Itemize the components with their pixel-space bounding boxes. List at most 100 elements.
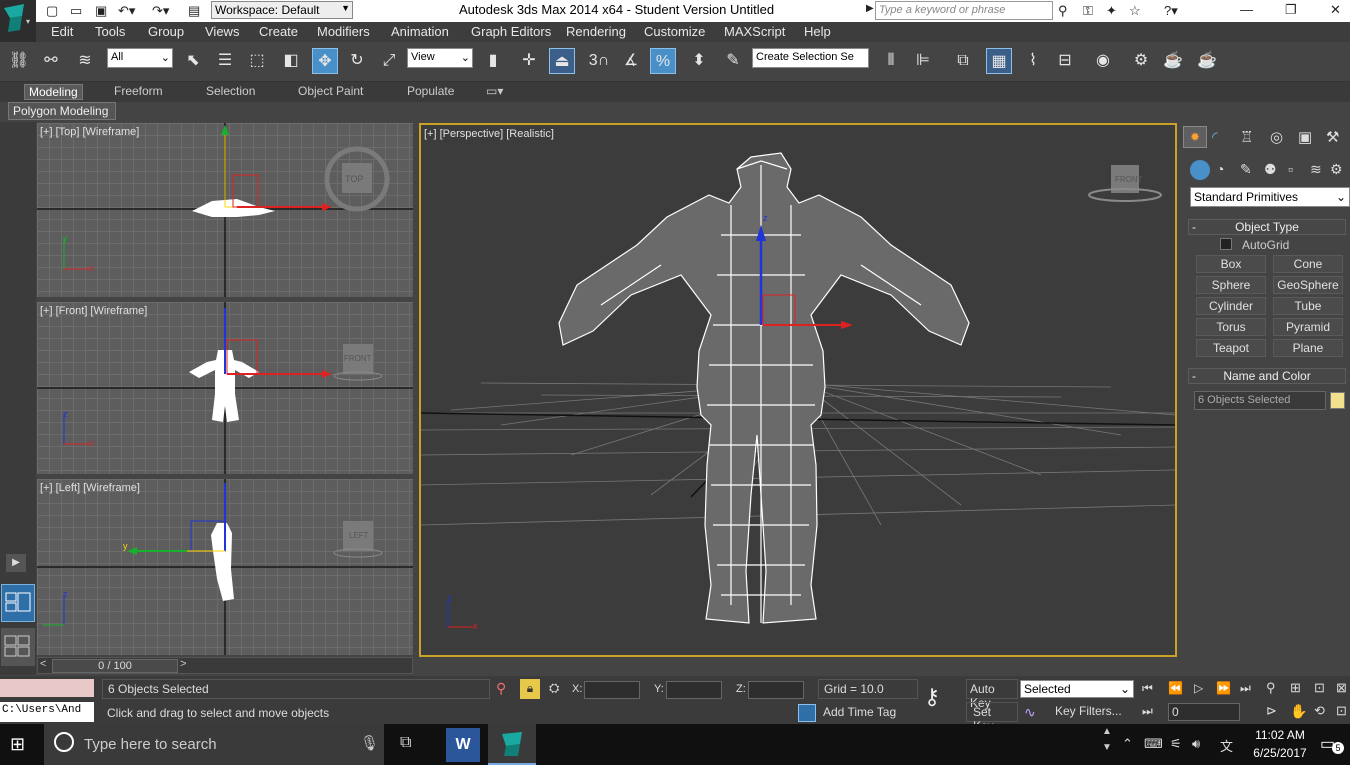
open-file-icon[interactable]: ▭ — [70, 3, 82, 19]
rectangular-selection-icon[interactable]: ⬚ — [244, 48, 270, 74]
menu-help[interactable]: Help — [804, 24, 831, 39]
object-name-field[interactable]: 6 Objects Selected — [1194, 391, 1326, 410]
goto-end-icon[interactable]: ⏭ — [1240, 681, 1251, 696]
time-tag-icon[interactable] — [798, 704, 816, 722]
schematic-view-icon[interactable]: ⊟ — [1052, 48, 1078, 74]
microphone-icon[interactable]: 🎙︎ — [360, 734, 379, 752]
named-selection-sets-dropdown[interactable]: Create Selection Se — [752, 48, 869, 68]
tube-button[interactable]: Tube — [1273, 297, 1343, 315]
z-coord-input[interactable] — [748, 681, 804, 699]
display-tab-icon[interactable]: ▣ — [1298, 128, 1312, 146]
pan-hand-icon[interactable]: ✋ — [1290, 703, 1307, 720]
default-tangent-icon[interactable]: ∿ — [1024, 704, 1036, 721]
save-icon[interactable]: ▣ — [95, 3, 107, 19]
edit-named-selection-icon[interactable]: ✎ — [720, 48, 746, 74]
ribbon-options-icon[interactable]: ▭▾ — [486, 84, 503, 98]
box-button[interactable]: Box — [1196, 255, 1266, 273]
volume-icon[interactable]: 🔊︎ — [1192, 736, 1200, 752]
layer-manager-icon[interactable]: ⧉ — [950, 48, 976, 74]
tab-object-paint[interactable]: Object Paint — [298, 84, 363, 98]
render-setup-icon[interactable]: ⚙ — [1128, 48, 1154, 74]
torus-button[interactable]: Torus — [1196, 318, 1266, 336]
mirror-icon[interactable]: ⫴ — [878, 48, 904, 74]
zoom-icon[interactable]: ⚲ — [1266, 680, 1276, 696]
viewport-front[interactable]: [+] [Front] [Wireframe] FRONT z x — [37, 302, 413, 474]
select-by-name-icon[interactable]: ☰ — [212, 48, 238, 74]
viewcube-left-label[interactable]: LEFT — [349, 531, 369, 540]
time-slider-thumb[interactable]: 0 / 100 — [52, 659, 178, 673]
menu-customize[interactable]: Customize — [644, 24, 705, 39]
key-mode-dropdown[interactable]: Selected ⌄ — [1020, 680, 1134, 698]
viewport-perspective[interactable]: [+] [Perspective] [Realistic] FRONT z z … — [419, 123, 1177, 657]
cameras-icon[interactable]: ⚉ — [1264, 161, 1277, 178]
set-key-button[interactable]: Set Key — [966, 702, 1018, 733]
workspace-dropdown[interactable]: Workspace: Default ▼ — [211, 1, 353, 19]
app-logo[interactable]: ▾ — [0, 0, 36, 42]
autogrid-checkbox[interactable] — [1220, 238, 1232, 250]
viewcube-front-label[interactable]: FRONT — [344, 354, 372, 363]
helpers-icon[interactable]: ▫ — [1288, 161, 1293, 177]
bind-space-warp-icon[interactable]: ≋ — [72, 48, 98, 74]
spinner-snap-icon[interactable]: ⬍ — [686, 48, 712, 74]
teapot-button[interactable]: Teapot — [1196, 339, 1266, 357]
current-frame-input[interactable]: 0 — [1168, 703, 1240, 721]
x-coord-input[interactable] — [584, 681, 640, 699]
selection-lock-icon[interactable]: 🔒︎ — [520, 679, 540, 699]
geometry-icon[interactable] — [1190, 160, 1210, 180]
3dsmax-taskbar-icon[interactable] — [488, 724, 536, 765]
angle-snap-icon[interactable]: ∡ — [618, 48, 644, 74]
rendered-frame-window-icon[interactable]: ☕ — [1160, 48, 1186, 74]
next-frame-icon[interactable]: ⏩ — [1216, 681, 1231, 695]
maxscript-input[interactable]: C:\Users\And — [0, 702, 94, 722]
goto-start-icon[interactable]: ⏮ — [1142, 681, 1153, 696]
render-production-icon[interactable]: ☕ — [1194, 48, 1220, 74]
restore-button[interactable]: ❐ — [1285, 2, 1297, 18]
unlink-icon[interactable]: ⚯ — [38, 48, 64, 74]
undo-icon[interactable]: ↶▾ — [118, 3, 135, 19]
hierarchy-tab-icon[interactable]: ♖ — [1240, 128, 1253, 146]
clock-time[interactable]: 11:02 AM — [1250, 728, 1310, 742]
utilities-tab-icon[interactable]: ⚒ — [1326, 128, 1339, 146]
key-filters-button[interactable]: Key Filters... — [1050, 702, 1134, 722]
viewcube-perspective-label[interactable]: FRONT — [1115, 175, 1143, 184]
binoculars-icon[interactable]: ⚲ — [1058, 3, 1068, 19]
taskbar-search[interactable]: Type here to search 🎙︎ — [44, 724, 384, 765]
viewport-left[interactable]: [+] [Left] [Wireframe] y LEFT z — [37, 479, 413, 655]
viewcube-top-label[interactable]: TOP — [345, 174, 363, 184]
graphite-ribbon-icon[interactable]: ▦ — [986, 48, 1012, 74]
window-crossing-icon[interactable]: ◧ — [278, 48, 304, 74]
viewport-layout-icon[interactable] — [1, 584, 35, 622]
time-prev-icon[interactable]: < — [40, 658, 46, 670]
chevron-right-icon[interactable]: ▶ — [866, 3, 874, 14]
help-icon[interactable]: ?▾ — [1164, 3, 1178, 19]
menu-animation[interactable]: Animation — [391, 24, 449, 39]
auto-key-button[interactable]: Auto Key — [966, 679, 1018, 710]
sphere-button[interactable]: Sphere — [1196, 276, 1266, 294]
zoom-extents-all-icon[interactable]: ⊠ — [1336, 680, 1347, 696]
geosphere-button[interactable]: GeoSphere — [1273, 276, 1343, 294]
exchange-icon[interactable]: ✦ — [1106, 3, 1117, 19]
redo-icon[interactable]: ↷▾ — [152, 3, 169, 19]
select-object-icon[interactable]: ⬉ — [180, 48, 206, 74]
motion-tab-icon[interactable]: ◎ — [1270, 128, 1283, 146]
prev-frame-icon[interactable]: ⏪ — [1168, 681, 1183, 695]
keyboard-shortcut-override-icon[interactable]: ⏏ — [549, 48, 575, 74]
plane-button[interactable]: Plane — [1273, 339, 1343, 357]
set-key-mode-icon[interactable]: ⚷ — [924, 684, 940, 710]
key-mode-toggle-icon[interactable]: ⏭ — [1142, 704, 1153, 719]
absolute-mode-icon[interactable]: ⛭ — [549, 680, 559, 696]
y-coord-input[interactable] — [666, 681, 722, 699]
space-warps-icon[interactable]: ≋ — [1310, 161, 1322, 178]
time-slider[interactable]: < 0 / 100 > — [37, 657, 413, 674]
viewport-top[interactable]: [+] [Top] [Wireframe] TOP y x — [37, 123, 413, 297]
select-manipulate-icon[interactable]: ✛ — [516, 48, 542, 74]
menu-maxscript[interactable]: MAXScript — [724, 24, 785, 39]
polygon-modeling-panel[interactable]: Polygon Modeling — [8, 102, 116, 120]
ime-icon[interactable]: 文 — [1220, 736, 1233, 755]
scroll-arrows-icon[interactable]: ▲ ▼ — [1102, 727, 1112, 753]
select-and-rotate-icon[interactable]: ↻ — [344, 48, 370, 74]
snaps-toggle-icon[interactable]: 3∩ — [586, 48, 612, 74]
network-icon[interactable]: ⚟ — [1170, 736, 1182, 752]
cone-button[interactable]: Cone — [1273, 255, 1343, 273]
align-icon[interactable]: ⊫ — [910, 48, 936, 74]
